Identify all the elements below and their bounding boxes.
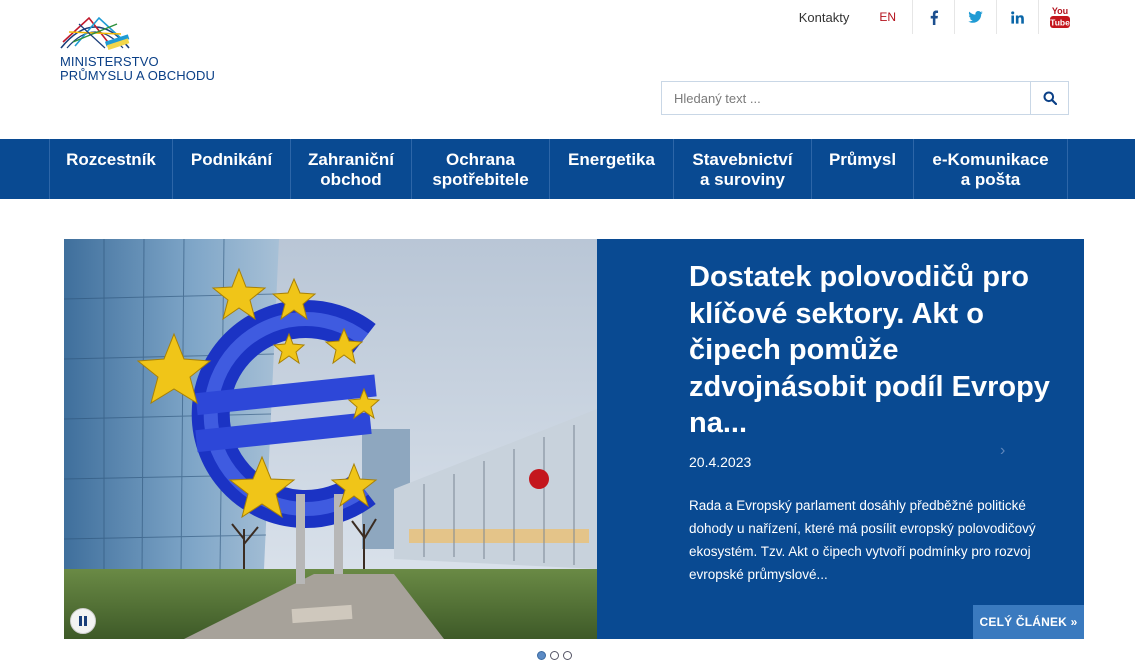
slider-dot-1[interactable] — [537, 651, 546, 660]
logo-emblem-icon — [60, 16, 130, 50]
nav-item-rozcestnik[interactable]: Rozcestník — [50, 139, 173, 199]
slide-excerpt: Rada a Evropský parlament dosáhly předbě… — [689, 498, 1036, 582]
slide-date: 20.4.2023 — [689, 454, 752, 470]
slide-headline[interactable]: Dostatek polovodičů pro klíčové sektory.… — [689, 259, 1059, 442]
pause-icon — [79, 616, 87, 626]
nav-item-zahranicni-obchod[interactable]: Zahraniční obchod — [291, 139, 412, 199]
nav-item-stavebnictvi[interactable]: Stavebnictví a suroviny — [674, 139, 812, 199]
youtube-label-bottom: Tube — [1050, 18, 1070, 28]
search-button[interactable] — [1030, 82, 1068, 114]
search-icon — [1043, 91, 1057, 105]
youtube-label-top: You — [1051, 6, 1067, 16]
slider-dot-3[interactable] — [563, 651, 572, 660]
youtube-link[interactable]: You Tube — [1038, 0, 1080, 34]
logo-line-2: PRŮMYSLU A OBCHODU — [60, 68, 215, 83]
nav-item-energetika[interactable]: Energetika — [550, 139, 674, 199]
slider-dot-2[interactable] — [550, 651, 559, 660]
facebook-link[interactable] — [912, 0, 954, 34]
twitter-icon — [968, 11, 983, 23]
facebook-icon — [930, 9, 938, 25]
slide-image-euro-sculpture[interactable] — [64, 239, 597, 639]
slide-content-panel: Dostatek polovodičů pro klíčové sektory.… — [597, 239, 1084, 639]
top-bar: Kontakty EN You Tube — [785, 0, 1080, 34]
nav-item-prumysl[interactable]: Průmysl — [812, 139, 914, 199]
next-slide-arrow[interactable]: › — [1000, 442, 1005, 460]
search-box — [661, 81, 1069, 115]
news-slider: Dostatek polovodičů pro klíčové sektory.… — [64, 239, 1084, 639]
pause-slideshow-button[interactable] — [70, 608, 96, 634]
linkedin-link[interactable] — [996, 0, 1038, 34]
nav-item-ochrana-spotrebitele[interactable]: Ochrana spotřebitele — [412, 139, 550, 199]
read-more-button[interactable]: CELÝ ČLÁNEK » — [973, 605, 1084, 639]
search-input[interactable] — [662, 82, 1030, 114]
youtube-icon: You Tube — [1049, 6, 1070, 28]
logo-line-1: MINISTERSTVO — [60, 54, 159, 69]
ministry-logo[interactable]: MINISTERSTVO PRŮMYSLU A OBCHODU — [59, 12, 239, 92]
nav-item-e-komunikace[interactable]: e-Komunikace a pošta — [914, 139, 1068, 199]
linkedin-icon — [1011, 10, 1024, 24]
contacts-link[interactable]: Kontakty — [785, 10, 864, 25]
language-switch-en[interactable]: EN — [863, 10, 912, 24]
nav-item-podnikani[interactable]: Podnikání — [173, 139, 291, 199]
slider-pagination — [537, 651, 572, 660]
twitter-link[interactable] — [954, 0, 996, 34]
main-navigation: Rozcestník Podnikání Zahraniční obchod O… — [0, 139, 1135, 199]
